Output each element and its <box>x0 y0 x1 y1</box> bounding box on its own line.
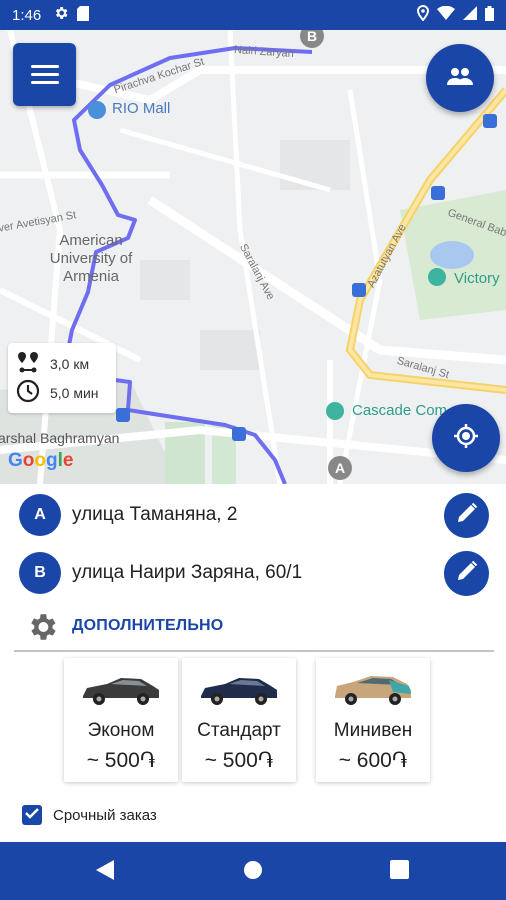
tariff-price: ~ 500֏ <box>204 749 274 772</box>
address-to-row[interactable]: B улица Наири Заряна, 60/1 <box>0 545 506 601</box>
battery-icon <box>485 5 494 25</box>
map-label-victory: Victory <box>454 270 500 287</box>
checkmark-icon <box>24 805 40 826</box>
hamburger-icon-line <box>30 81 59 84</box>
recents-square-icon <box>389 860 409 884</box>
back-triangle-icon <box>96 859 114 885</box>
users-icon <box>446 66 474 91</box>
google-logo: Google <box>8 450 74 471</box>
wifi-icon <box>437 5 455 24</box>
from-badge: A <box>19 494 61 536</box>
navigation-bar <box>0 842 506 900</box>
map-marker-a: A <box>328 456 352 480</box>
tariff-name: Минивен <box>333 720 413 741</box>
route-distance-row: 3,0 км <box>16 349 108 378</box>
tariff-price: ~ 600֏ <box>338 749 408 772</box>
menu-button[interactable] <box>13 43 76 106</box>
edit-from-button[interactable] <box>444 492 489 538</box>
order-panel: A улица Таманяна, 2 B улица Наири Заряна… <box>0 484 506 842</box>
pencil-icon <box>455 559 479 588</box>
sim-card-icon <box>77 5 90 25</box>
location-icon <box>416 5 430 25</box>
tariff-list: Эконом ~ 500֏ Стандарт ~ 500֏ Минивен ~ … <box>64 658 442 782</box>
sedan-car-icon <box>201 678 277 705</box>
clock-icon <box>16 379 40 406</box>
tariff-card-standard[interactable]: Стандарт ~ 500֏ <box>182 658 296 782</box>
crosshair-icon <box>452 422 480 455</box>
to-badge: B <box>19 552 61 594</box>
gear-icon <box>53 5 69 25</box>
map-label-baghramyan: arshal Baghramyan <box>0 430 120 446</box>
back-button[interactable] <box>94 859 116 885</box>
urgent-order-label: Срочный заказ <box>53 807 157 824</box>
pencil-icon <box>455 501 479 530</box>
edit-to-button[interactable] <box>444 550 489 596</box>
status-time: 1:46 <box>12 6 42 24</box>
route-duration: 5,0 мин <box>50 384 99 401</box>
route-distance: 3,0 км <box>50 355 90 372</box>
route-pins-icon <box>16 350 40 377</box>
tariff-price: ~ 500֏ <box>86 749 156 772</box>
route-duration-row: 5,0 мин <box>16 378 108 407</box>
address-to[interactable]: улица Наири Заряна, 60/1 <box>72 562 302 584</box>
my-location-button[interactable] <box>432 404 500 472</box>
route-info-card: 3,0 км 5,0 мин <box>8 343 116 413</box>
hamburger-icon-line <box>30 73 59 76</box>
signal-icon <box>463 6 477 24</box>
tariff-card-economy[interactable]: Эконом ~ 500֏ <box>64 658 178 782</box>
gear-icon <box>25 610 59 649</box>
address-from[interactable]: улица Таманяна, 2 <box>72 504 237 526</box>
users-button[interactable] <box>426 44 494 112</box>
extra-options-row[interactable]: ДОПОЛНИТЕЛЬНО <box>0 606 506 646</box>
address-from-row[interactable]: A улица Таманяна, 2 <box>0 487 506 543</box>
urgent-order-row[interactable]: Срочный заказ <box>0 804 506 830</box>
map-label-cascade: Cascade Com <box>352 402 448 419</box>
tariff-name: Эконом <box>87 720 155 741</box>
divider <box>14 650 494 652</box>
recents-button[interactable] <box>388 860 410 884</box>
minivan-car-icon <box>335 676 411 705</box>
hamburger-icon <box>30 65 59 68</box>
tariff-card-minivan[interactable]: Минивен ~ 600֏ <box>316 658 430 782</box>
home-button[interactable] <box>242 860 264 885</box>
tariff-name: Стандарт <box>197 720 281 741</box>
sedan-car-icon <box>83 678 159 705</box>
urgent-order-checkbox[interactable] <box>22 805 42 825</box>
status-bar: 1:46 <box>0 0 506 30</box>
home-circle-icon <box>243 860 263 885</box>
extra-options-label[interactable]: ДОПОЛНИТЕЛЬНО <box>72 617 223 635</box>
map-label-rio-mall: RIO Mall <box>112 100 171 117</box>
map-label-american-university: American University of Armenia <box>49 232 133 285</box>
